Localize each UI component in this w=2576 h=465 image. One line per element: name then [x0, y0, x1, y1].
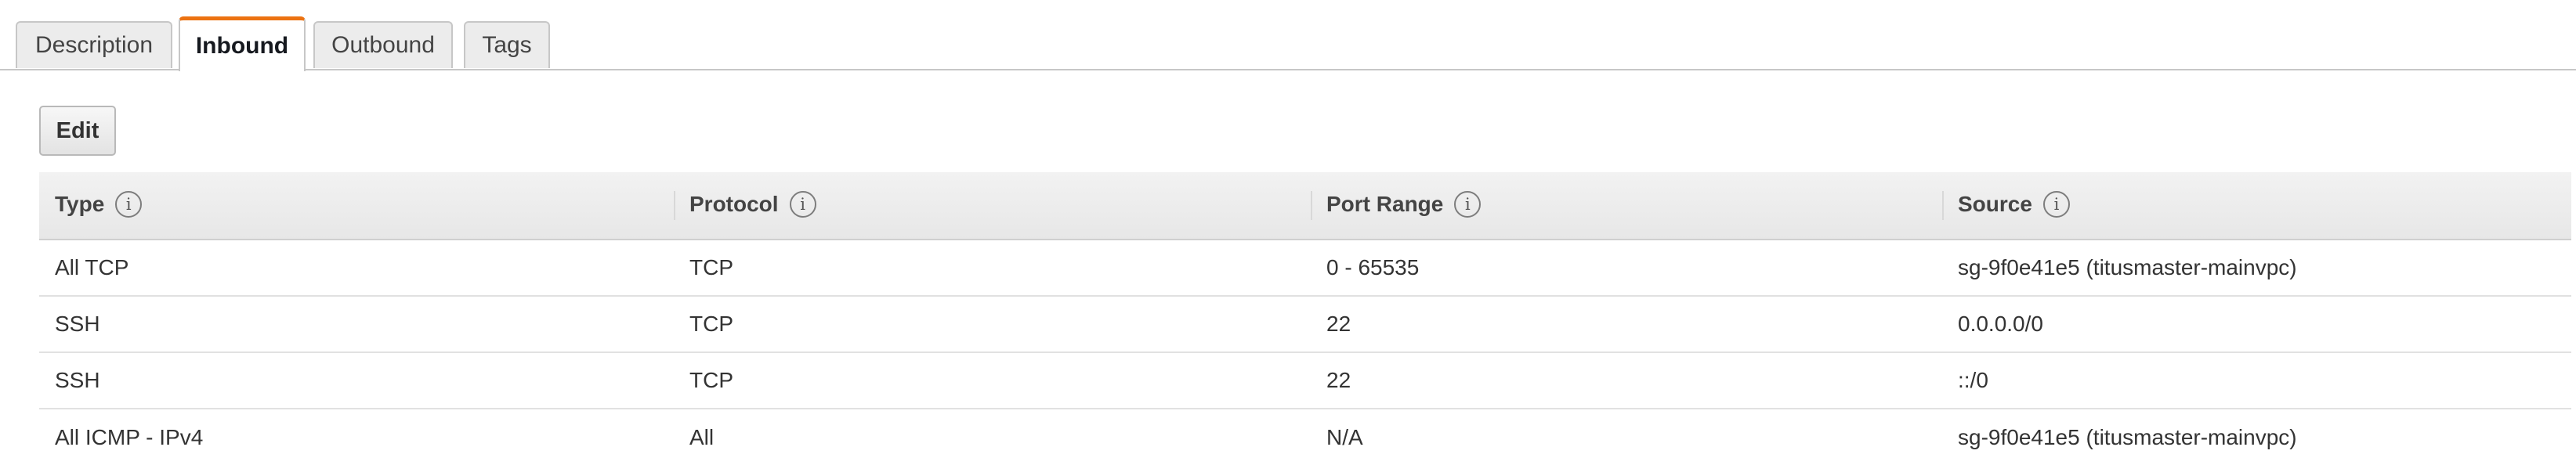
info-icon[interactable]: i: [2042, 190, 2070, 218]
column-header-label: Type: [55, 192, 105, 217]
info-icon[interactable]: i: [1454, 190, 1482, 218]
table-row: SSH TCP 22 ::/0: [39, 352, 2571, 409]
cell-protocol: TCP: [674, 352, 1311, 409]
inbound-rules-table: Type i Protocol i Port Range i Source i All …: [39, 172, 2571, 465]
edit-button[interactable]: Edit: [39, 106, 116, 156]
cell-port-range: 22: [1311, 296, 1942, 353]
tab-inbound[interactable]: Inbound: [179, 16, 306, 71]
cell-type: SSH: [39, 352, 674, 409]
cell-protocol: TCP: [674, 296, 1311, 353]
cell-port-range: N/A: [1326, 424, 1363, 449]
tab-bar: Description Inbound Outbound Tags: [0, 0, 2576, 71]
cell-type: All ICMP - IPv4: [55, 424, 204, 449]
cell-source: sg-9f0e41e5 (titusmaster-mainvpc): [1942, 240, 2571, 297]
cell-source: ::/0: [1942, 352, 2571, 409]
column-header-type: Type i: [39, 172, 674, 240]
info-icon[interactable]: i: [115, 190, 143, 218]
table-row: All ICMP - IPv4 All N/A sg-9f0e41e5 (tit…: [39, 409, 2571, 465]
cell-source: sg-9f0e41e5 (titusmaster-mainvpc): [1958, 424, 2297, 449]
column-header-protocol: Protocol i: [674, 172, 1311, 240]
column-header-source: Source i: [1942, 172, 2571, 240]
info-icon[interactable]: i: [789, 190, 816, 218]
cell-type: All TCP: [39, 240, 674, 297]
cell-source: 0.0.0.0/0: [1942, 296, 2571, 353]
cell-port-range: 0 - 65535: [1311, 240, 1942, 297]
column-header-port-range: Port Range i: [1311, 172, 1942, 240]
column-header-label: Port Range: [1326, 192, 1444, 217]
cell-protocol: All: [689, 424, 715, 449]
tab-outbound[interactable]: Outbound: [313, 21, 453, 68]
tab-description[interactable]: Description: [16, 21, 172, 68]
cell-type: SSH: [39, 296, 674, 353]
table-row: SSH TCP 22 0.0.0.0/0: [39, 296, 2571, 353]
cell-protocol: TCP: [674, 240, 1311, 297]
table-row: All TCP TCP 0 - 65535 sg-9f0e41e5 (titus…: [39, 240, 2571, 297]
tab-tags[interactable]: Tags: [464, 21, 550, 68]
table-header-row: Type i Protocol i Port Range i Source i: [39, 172, 2571, 240]
cell-port-range: 22: [1311, 352, 1942, 409]
column-header-label: Protocol: [689, 192, 779, 217]
column-header-label: Source: [1958, 192, 2032, 217]
